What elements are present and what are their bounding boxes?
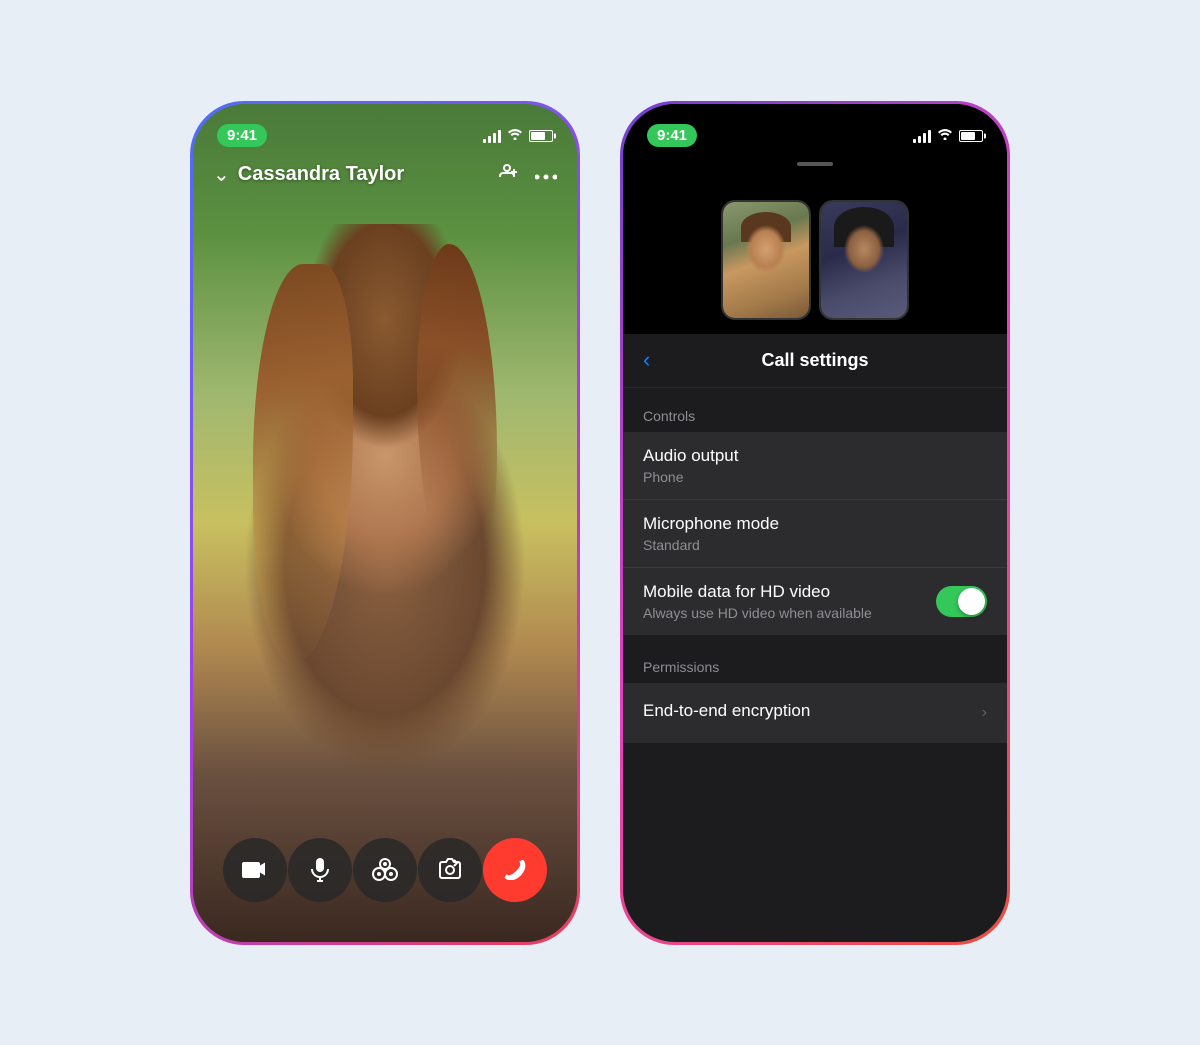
toggle-knob [958,588,985,615]
mobile-data-title: Mobile data for HD video [643,582,936,602]
left-phone-frame: 9:41 [190,101,580,945]
person2-face [839,222,889,282]
signal-icon [483,129,501,143]
permissions-group: End-to-end encryption › [623,683,1007,743]
mobile-data-right [936,586,987,617]
signal-bar-r2 [918,136,921,143]
thumbnail-person2[interactable] [819,200,909,320]
controls-section: Controls Audio output Phone Microphone m… [623,388,1007,635]
person2-video [821,202,907,318]
audio-output-left: Audio output Phone [643,446,987,485]
mobile-data-left: Mobile data for HD video Always use HD v… [643,582,936,621]
effects-icon [371,858,399,882]
video-thumbnails [623,154,1007,334]
drag-handle [797,162,833,166]
phones-container: 9:41 [190,101,1010,945]
person1-face [741,222,791,282]
microphone-mode-row[interactable]: Microphone mode Standard [623,500,1007,568]
signal-bar-2 [488,136,491,143]
call-header-left: ⌄ Cassandra Taylor [213,162,404,187]
permissions-section-header: Permissions [623,659,1007,683]
flip-camera-icon [437,858,463,882]
end-call-button[interactable] [483,838,547,902]
status-icons-right [913,127,983,145]
audio-output-title: Audio output [643,446,987,466]
mobile-data-subtitle: Always use HD video when available [643,605,936,621]
signal-bar-r3 [923,133,926,143]
battery-icon-right [959,130,983,142]
signal-bar-3 [493,133,496,143]
wifi-icon [507,128,523,143]
microphone-icon [310,857,330,883]
caller-name: Cassandra Taylor [238,163,404,186]
microphone-mode-left: Microphone mode Standard [643,514,987,553]
left-phone-inner: 9:41 [193,104,577,942]
chevron-right-icon: › [982,704,987,722]
chevron-down-icon[interactable]: ⌄ [213,162,230,187]
e2e-encryption-right: › [982,704,987,722]
e2e-encryption-left: End-to-end encryption [643,701,982,724]
video-toggle-button[interactable] [223,838,287,902]
microphone-mode-subtitle: Standard [643,537,987,553]
video-camera-icon [242,860,268,880]
add-person-icon[interactable] [495,162,519,188]
e2e-encryption-row[interactable]: End-to-end encryption › [623,683,1007,743]
wifi-icon-right [937,127,953,145]
call-controls [193,838,577,902]
settings-nav-bar: ‹ Call settings [623,334,1007,388]
controls-section-header: Controls [623,408,1007,432]
battery-fill [531,132,545,140]
status-bar-right: 9:41 [623,104,1007,154]
status-icons-left [483,128,553,143]
person1-video [723,202,809,318]
right-phone-frame: 9:41 [620,101,1010,945]
flip-camera-button[interactable] [418,838,482,902]
thumbnail-person1[interactable] [721,200,811,320]
right-phone-inner: 9:41 [623,104,1007,942]
battery-icon [529,130,553,142]
signal-bar-4 [498,130,501,143]
more-options-icon[interactable] [535,163,557,186]
status-bar-left: 9:41 [193,104,577,154]
audio-output-subtitle: Phone [643,469,987,485]
video-call-background: 9:41 [193,104,577,942]
controls-group: Audio output Phone Microphone mode Stand… [623,432,1007,635]
mute-button[interactable] [288,838,352,902]
signal-icon-right [913,129,931,143]
microphone-mode-title: Microphone mode [643,514,987,534]
signal-bar-r4 [928,130,931,143]
back-button[interactable]: ‹ [643,347,650,373]
call-header-right [495,162,557,188]
signal-bar-1 [483,139,486,143]
signal-bar-r1 [913,139,916,143]
status-time-right: 9:41 [647,124,697,147]
call-header: ⌄ Cassandra Taylor [193,154,577,196]
effects-button[interactable] [353,838,417,902]
end-call-icon [501,860,529,880]
status-time-left: 9:41 [217,124,267,147]
e2e-encryption-title: End-to-end encryption [643,701,982,721]
hd-video-toggle[interactable] [936,586,987,617]
mobile-data-row[interactable]: Mobile data for HD video Always use HD v… [623,568,1007,635]
audio-output-row[interactable]: Audio output Phone [623,432,1007,500]
permissions-section: Permissions End-to-end encryption › [623,635,1007,743]
battery-fill-right [961,132,975,140]
settings-nav-title: Call settings [761,350,868,371]
